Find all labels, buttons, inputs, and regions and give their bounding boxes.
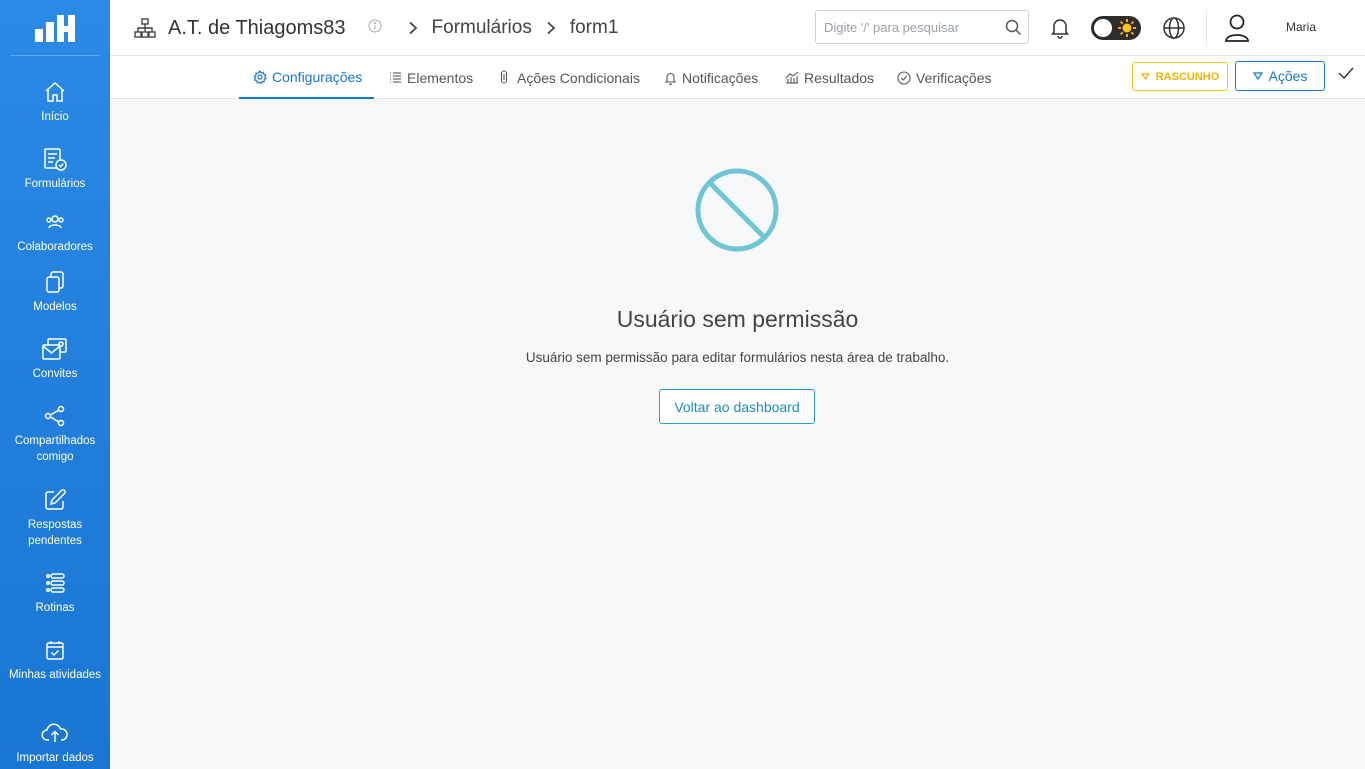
home-icon [41,78,69,106]
list-icon [389,71,402,84]
search-box [815,10,1029,44]
gear-icon [253,69,267,84]
sidebar-item-compartilhados[interactable]: Compartilhados comigo [0,402,110,465]
sidebar-item-label: Modelos [33,301,77,313]
notifications-bell-icon[interactable] [1048,15,1072,44]
tab-label: Ações Condicionais [517,69,640,86]
sidebar-item-modelos[interactable]: Modelos [0,268,110,315]
actions-button[interactable]: Ações [1235,61,1325,91]
share-icon [41,402,69,430]
chevron-right-icon [546,21,556,35]
list-icon [41,569,69,597]
chevron-right-icon [408,21,418,35]
sidebar-item-label: Compartilhados comigo [14,435,96,463]
invite-icon [41,335,69,363]
sidebar-item-formularios[interactable]: Formulários [0,145,110,192]
sidebar-item-label: Colaboradores [17,241,93,253]
sidebar-item-colaboradores[interactable]: Colaboradores [0,208,110,255]
draft-status-button[interactable]: RASCUNHO [1132,62,1228,91]
tabs-bar: Configurações Elementos Ações Condiciona… [110,56,1365,99]
triangle-down-icon [1252,72,1263,80]
checkmark-icon[interactable] [1338,66,1354,85]
tab-acoes-condicionais[interactable]: Ações Condicionais [499,56,640,99]
tab-label: Configurações [272,68,363,85]
chart-icon [785,71,799,84]
form-check-icon [41,145,69,173]
sidebar-item-atividades[interactable]: Minhas atividades [0,636,110,683]
info-icon[interactable] [368,19,382,38]
workspace-title[interactable]: A.T. de Thiagoms83 [168,17,346,40]
globe-icon[interactable] [1162,16,1186,45]
breadcrumb-formularios[interactable]: Formulários [432,17,532,39]
tab-notificacoes[interactable]: Notificações [664,56,758,99]
sidebar-item-label: Minhas atividades [8,669,102,681]
tab-verificacoes[interactable]: Verificações [897,56,991,99]
copy-icon [41,268,69,296]
triangle-down-icon [1140,73,1150,80]
tab-elementos[interactable]: Elementos [389,56,473,99]
toggle-knob [1094,19,1112,37]
draft-label: RASCUNHO [1155,70,1220,83]
page-title: Usuário sem permissão [616,306,859,332]
back-to-dashboard-button[interactable]: Voltar ao dashboard [659,389,815,424]
sidebar-item-label: Formulários [24,178,86,190]
app-logo[interactable] [10,0,100,56]
sidebar-item-rotinas[interactable]: Rotinas [0,569,110,616]
tab-label: Verificações [916,69,992,86]
tab-label: Notificações [682,69,759,86]
main-content: Usuário sem permissão Usuário sem permis… [110,99,1365,769]
tab-resultados[interactable]: Resultados [785,56,874,99]
sidebar-item-label: Rotinas [35,602,75,614]
check-circle-icon [897,70,911,85]
username[interactable]: Maria [1286,20,1316,34]
sun-icon [1117,18,1137,38]
search-input[interactable] [824,19,1004,35]
tab-label: Resultados [804,69,875,86]
breadcrumb: A.T. de Thiagoms83 Formulários form1 [134,0,618,56]
sidebar-item-label: Importar dados [16,752,94,764]
divider [1206,10,1207,46]
sidebar-item-convites[interactable]: Convites [0,335,110,382]
user-avatar-icon[interactable] [1223,13,1251,48]
sidebar-item-label: Respostas pendentes [27,519,83,547]
sidebar-item-importar[interactable]: Importar dados [0,719,110,766]
actions-label: Ações [1268,68,1308,84]
sidebar: Início Formulários Colaboradores Modelos… [0,0,110,769]
edit-icon [41,486,69,514]
calendar-check-icon [41,636,69,664]
logo-icon [35,14,75,42]
sidebar-item-label: Início [41,111,69,123]
thermometer-icon [499,70,509,85]
workspace-icon [134,17,156,39]
tab-configuracoes[interactable]: Configurações [239,56,375,99]
breadcrumb-form1[interactable]: form1 [570,17,619,39]
tab-label: Elementos [407,69,474,86]
theme-toggle[interactable] [1091,16,1141,40]
sidebar-item-label: Convites [32,368,78,380]
cloud-upload-icon [41,719,69,747]
bell-icon [664,71,677,85]
sidebar-item-inicio[interactable]: Início [0,78,110,125]
no-permission-icon [694,167,780,258]
sidebar-item-respostas[interactable]: Respostas pendentes [0,486,110,549]
search-icon[interactable] [1005,19,1022,41]
users-icon [41,208,69,236]
top-bar: A.T. de Thiagoms83 Formulários form1 M [110,0,1365,56]
permission-message: Usuário sem permissão para editar formul… [525,350,950,365]
